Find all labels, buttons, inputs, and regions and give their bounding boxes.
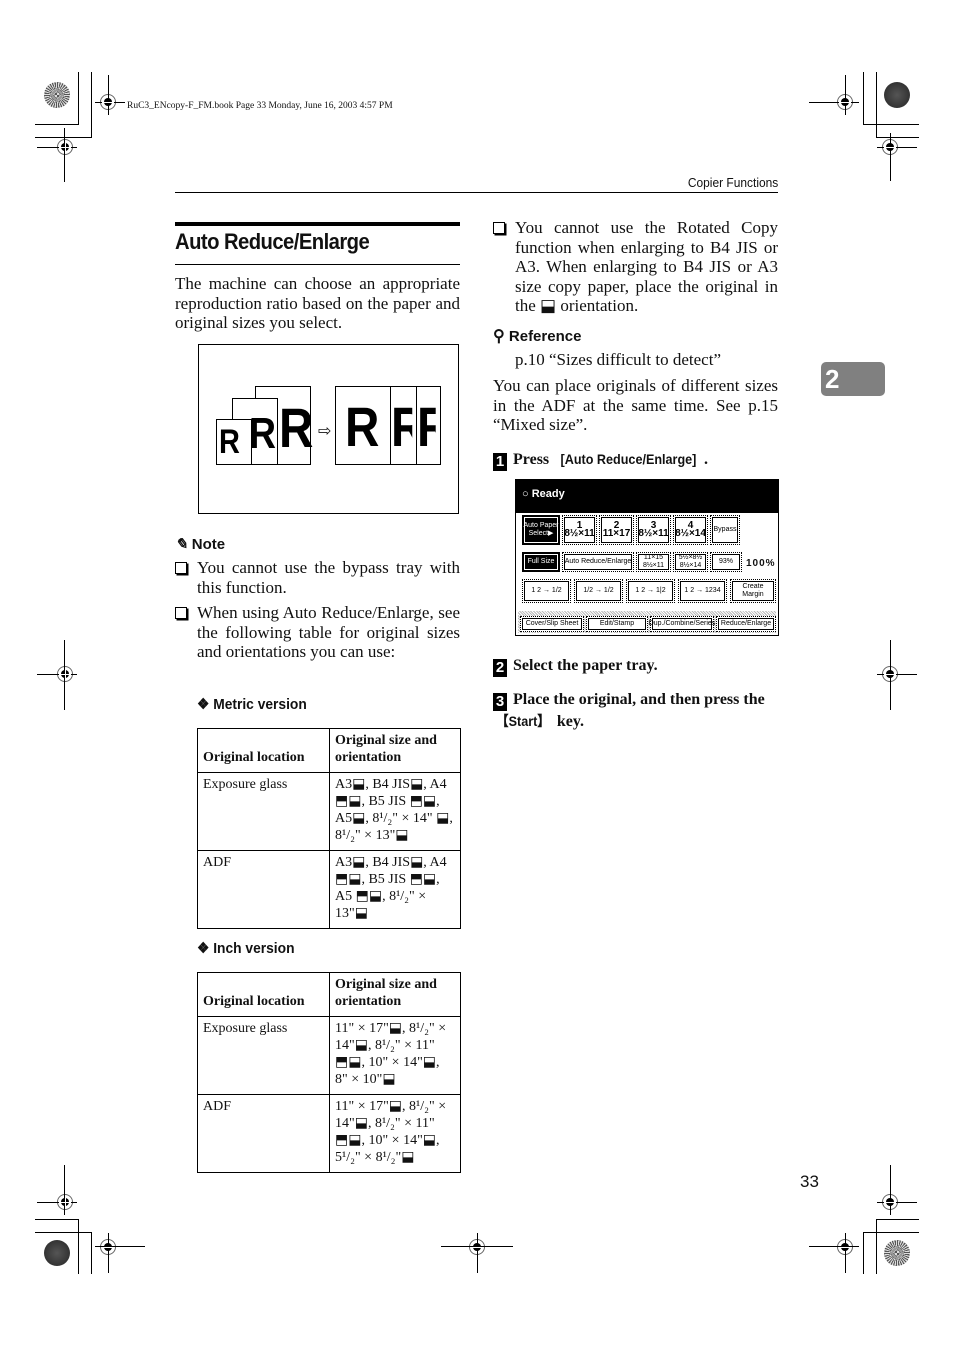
column-header: Original location	[197, 972, 330, 1017]
tab-dup-combine-series[interactable]: Dup./Combine/Series	[649, 616, 715, 632]
letter-r-large: R	[279, 396, 314, 459]
diamond-bullet-icon: ❖	[197, 940, 210, 957]
copier-control-panel: ○ Ready Auto Paper Select▶ 1 8½×11 2 11×…	[515, 479, 779, 636]
pencil-icon: ✎	[175, 536, 188, 553]
sizes-cell: 11" × 17"⬓, 8¹/₂" × 14"⬓, 8¹/₂" × 11" ⬒⬓…	[329, 1094, 461, 1173]
letter-r-copy-2: R	[391, 399, 412, 455]
print-job-info: RuC3_ENcopy-F_FM.book Page 33 Monday, Ju…	[127, 101, 393, 111]
sizes-cell: 11" × 17"⬓, 8¹/₂" × 14"⬓, 8¹/₂" × 11" ⬒⬓…	[329, 1016, 461, 1095]
create-margin-button[interactable]: Create Margin	[730, 579, 776, 603]
tab-reduce-enlarge[interactable]: Reduce/Enlarge	[716, 616, 776, 632]
ready-status: ○ Ready	[522, 488, 565, 500]
registration-mark-icon	[57, 666, 73, 682]
step-3: 3 Place the original, and then press the …	[493, 690, 783, 732]
tray-4-button[interactable]: 4 8½×14	[673, 515, 708, 545]
start-key-label: 【Start】	[495, 713, 550, 729]
full-size-button[interactable]: Full Size	[522, 552, 560, 572]
step-2: 2 Select the paper tray.	[493, 656, 783, 677]
tray-3-button[interactable]: 3 8½×11	[636, 515, 671, 545]
copy-ratio-display: 100%	[746, 558, 776, 569]
metric-sizes-table: Original location Original size and orie…	[197, 728, 461, 929]
auto-reduce-enlarge-key-label: [Auto Reduce/Enlarge]	[560, 451, 697, 467]
auto-paper-select-button[interactable]: Auto Paper Select▶	[522, 515, 560, 545]
preset-ratio-button[interactable]: 11×15 8½×11	[636, 552, 671, 572]
combine-mode-button[interactable]: 1 2 → 1|2	[626, 579, 675, 603]
tray-2-button[interactable]: 2 11×17	[599, 515, 634, 545]
mixed-size-paragraph: You can place originals of different siz…	[493, 376, 778, 434]
arrow-right-icon: ⇨	[318, 423, 332, 440]
rotated-copy-note: You cannot use the Rotated Copy function…	[493, 218, 778, 316]
metric-version-heading: ❖ Metric version	[197, 696, 307, 713]
color-dial-icon	[44, 1240, 70, 1266]
table-row: ADF A3⬓, B4 JIS⬓, A4 ⬒⬓, B5 JIS ⬒⬓, A5 ⬒…	[197, 850, 461, 929]
location-cell: ADF	[197, 1094, 330, 1173]
preset-ratio-button[interactable]: 5½×8½ 8½×14	[673, 552, 708, 572]
table-row: Exposure glass A3⬓, B4 JIS⬓, A4 ⬒⬓, B5 J…	[197, 772, 461, 851]
location-cell: Exposure glass	[197, 1016, 330, 1095]
column-header: Original location	[197, 728, 330, 773]
page-number: 33	[800, 1172, 819, 1191]
checkbox-bullet-icon	[493, 222, 505, 234]
magnifier-icon: ⚲	[493, 328, 505, 345]
running-head: Copier Functions	[687, 175, 778, 190]
header-rule	[175, 192, 778, 193]
column-header: Original size and orientation	[329, 728, 461, 773]
preset-ratio-button[interactable]: 93%	[710, 552, 742, 572]
reference-heading: ⚲ Reference	[493, 328, 582, 345]
section-rule-top	[175, 222, 460, 226]
step-number: 1	[493, 453, 507, 471]
location-cell: ADF	[197, 850, 330, 929]
step-number: 3	[493, 693, 507, 711]
note-item: You cannot use the bypass tray with this…	[175, 558, 460, 597]
note-heading: ✎ Note	[175, 535, 225, 553]
color-dial-icon	[44, 82, 70, 108]
color-dial-icon	[884, 1240, 910, 1266]
sizes-cell: A3⬓, B4 JIS⬓, A4 ⬒⬓, B5 JIS ⬒⬓, A5 ⬒⬓, 8…	[329, 850, 461, 929]
inch-version-heading: ❖ Inch version	[197, 940, 295, 957]
section-title: Auto Reduce/Enlarge	[175, 229, 370, 254]
section-rule-bottom	[175, 264, 460, 265]
letter-r-small: R	[219, 423, 240, 461]
tab-cover-slip-sheet[interactable]: Cover/Slip Sheet	[520, 616, 584, 632]
diamond-bullet-icon: ❖	[197, 696, 210, 713]
color-dial-icon	[884, 82, 910, 108]
table-header-row: Original location Original size and orie…	[197, 728, 461, 773]
table-row: ADF 11" × 17"⬓, 8¹/₂" × 14"⬓, 8¹/₂" × 11…	[197, 1094, 461, 1173]
combine-mode-button[interactable]: 1 2 → 1234	[678, 579, 727, 603]
tab-edit-stamp[interactable]: Edit/Stamp	[586, 616, 648, 632]
checkbox-bullet-icon	[175, 562, 187, 574]
duplex-mode-button[interactable]: 1 2 → 1/2	[522, 579, 571, 603]
letter-r-copy-1: R	[345, 395, 380, 458]
chapter-tab: 2	[821, 362, 885, 396]
inch-sizes-table: Original location Original size and orie…	[197, 972, 461, 1173]
note-item: When using Auto Reduce/Enlarge, see the …	[175, 603, 460, 662]
step-1: 1 Press [Auto Reduce/Enlarge].	[493, 449, 783, 471]
auto-reduce-enlarge-button[interactable]: Auto Reduce/Enlarge	[562, 552, 634, 572]
panel-status-bar: ○ Ready	[516, 480, 778, 513]
table-row: Exposure glass 11" × 17"⬓, 8¹/₂" × 14"⬓,…	[197, 1016, 461, 1095]
location-cell: Exposure glass	[197, 772, 330, 851]
column-header: Original size and orientation	[329, 972, 461, 1017]
registration-mark-icon	[57, 139, 73, 155]
bypass-tray-button[interactable]: Bypass	[710, 515, 740, 545]
intro-paragraph: The machine can choose an appropriate re…	[175, 274, 460, 332]
sizes-cell: A3⬓, B4 JIS⬓, A4 ⬒⬓, B5 JIS ⬒⬓, A5⬓, 8¹/…	[329, 772, 461, 851]
reference-link[interactable]: p.10 “Sizes difficult to detect”	[515, 350, 721, 370]
letter-r-medium: R	[249, 409, 277, 458]
reduce-enlarge-illustration: R R R ⇨ R R R	[198, 344, 459, 514]
letter-r-copy-3: R	[417, 399, 436, 455]
checkbox-bullet-icon	[175, 607, 187, 619]
table-header-row: Original location Original size and orie…	[197, 972, 461, 1017]
duplex-mode-button[interactable]: 1/2 → 1/2	[574, 579, 623, 603]
step-number: 2	[493, 659, 507, 677]
note-label: Note	[191, 536, 226, 553]
tray-1-button[interactable]: 1 8½×11	[562, 515, 597, 545]
registration-mark-icon	[57, 1194, 73, 1210]
